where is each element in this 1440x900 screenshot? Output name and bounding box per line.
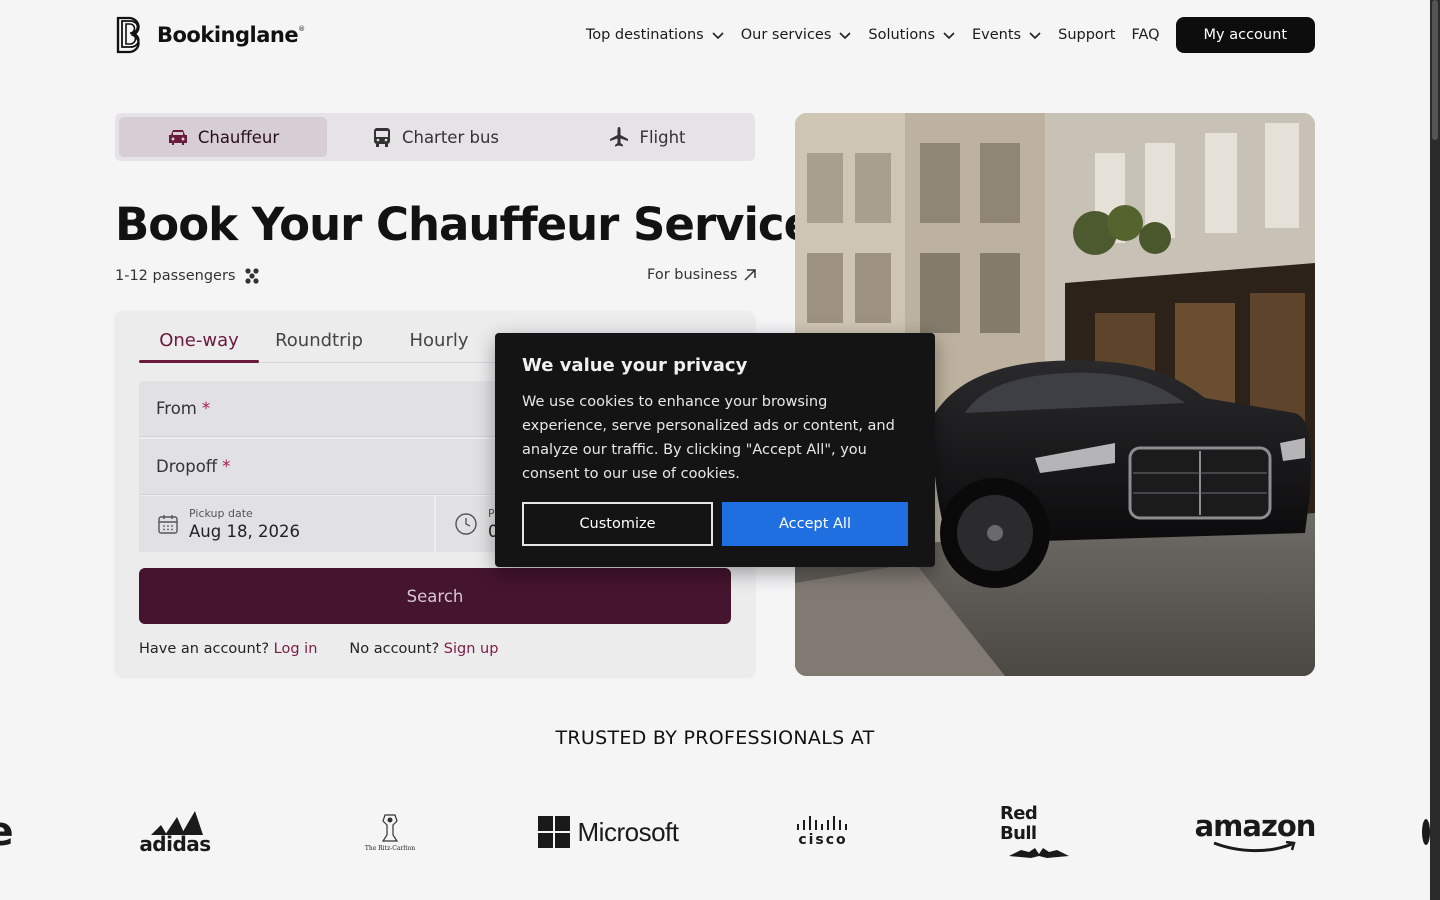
partial-brand-logo-right — [1422, 800, 1430, 864]
page: Bookinglane® Top destinations Our servic… — [0, 0, 1440, 900]
business-label: For business — [647, 267, 738, 283]
nav-faq[interactable]: FAQ — [1131, 27, 1159, 43]
tab-flight[interactable]: Flight — [543, 117, 751, 157]
passenger-count: 1-12 passengers — [115, 268, 236, 284]
customize-button[interactable]: Customize — [522, 502, 713, 546]
page-title: Book Your Chauffeur Service — [115, 198, 814, 251]
no-account-text: No account? — [349, 641, 440, 657]
scrollbar-thumb[interactable] — [1432, 0, 1438, 140]
cookie-body: We use cookies to enhance your browsing … — [522, 394, 895, 482]
cisco-bars-icon — [797, 816, 847, 830]
nav-label: Our services — [740, 27, 832, 43]
cisco-logo: cisco — [790, 800, 856, 864]
nav-our-services[interactable]: Our services — [741, 27, 853, 43]
redbull-logo: Red Bull — [1000, 800, 1078, 864]
chevron-down-icon — [712, 32, 724, 40]
car-icon — [168, 130, 187, 145]
brand-name: Bookinglane® — [157, 23, 305, 47]
pickup-date-field[interactable]: Pickup date Aug 18, 2026 — [139, 496, 434, 552]
clock-icon — [455, 513, 477, 535]
cisco-wordmark: cisco — [798, 832, 848, 848]
nav-label: Solutions — [868, 27, 936, 43]
service-mode-tabs: Chauffeur Charter bus Flight — [115, 113, 755, 161]
adidas-wordmark: adidas — [139, 832, 211, 856]
tab-roundtrip[interactable]: Roundtrip — [259, 325, 379, 362]
accept-all-button[interactable]: Accept All — [722, 502, 908, 546]
amazon-wordmark: amazon — [1194, 809, 1317, 843]
ritz-carlton-wordmark: The Ritz-Carlton — [364, 844, 416, 852]
pickup-date-label: Pickup date — [189, 507, 253, 520]
pickup-date-value: Aug 18, 2026 — [189, 522, 300, 541]
nav-support[interactable]: Support — [1058, 27, 1115, 43]
nav-label: Events — [972, 27, 1022, 43]
ritz-carlton-logo: The Ritz-Carlton — [360, 800, 420, 864]
tab-charter-bus[interactable]: Charter bus — [331, 117, 539, 157]
tab-hourly[interactable]: Hourly — [379, 325, 499, 362]
dropoff-label: Dropoff — [156, 457, 218, 476]
auth-links: Have an account? Log in No account? Sign… — [139, 641, 498, 657]
login-prompt: Have an account? Log in — [139, 641, 317, 657]
chevron-down-icon — [1029, 32, 1041, 40]
nav-solutions[interactable]: Solutions — [868, 27, 956, 43]
arrow-up-right-icon — [744, 269, 757, 281]
site-header: Bookinglane® Top destinations Our servic… — [115, 14, 1315, 56]
redbull-wordmark: Red Bull — [1000, 803, 1038, 844]
required-mark: * — [222, 457, 231, 476]
logo[interactable]: Bookinglane® — [115, 16, 305, 54]
microsoft-squares-icon — [537, 816, 570, 848]
my-account-button[interactable]: My account — [1175, 17, 1315, 53]
main-nav: Top destinations Our services Solutions … — [586, 17, 1315, 53]
signup-prompt: No account? Sign up — [349, 641, 498, 657]
nav-label: FAQ — [1131, 27, 1160, 43]
cookie-title: We value your privacy — [522, 355, 748, 376]
tab-label: Charter bus — [401, 127, 500, 147]
tab-one-way[interactable]: One-way — [139, 325, 259, 363]
brand-logos: e adidas The Ritz-Carlton Microsoft cisc… — [0, 800, 1430, 864]
search-button[interactable]: Search — [139, 568, 731, 624]
for-business-link[interactable]: For business — [647, 267, 757, 283]
calendar-icon — [158, 515, 178, 534]
nav-top-destinations[interactable]: Top destinations — [586, 27, 725, 43]
tab-label: Flight — [639, 127, 686, 147]
chevron-down-icon — [839, 32, 851, 40]
people-icon — [245, 268, 260, 284]
trusted-heading: TRUSTED BY PROFESSIONALS AT — [555, 727, 875, 749]
passenger-info: 1-12 passengers — [115, 267, 261, 285]
bookinglane-logo-icon — [116, 16, 140, 54]
nav-events[interactable]: Events — [972, 27, 1042, 43]
chevron-down-icon — [943, 32, 955, 40]
lion-crest-icon — [381, 813, 399, 842]
amazon-smile-icon — [1213, 841, 1296, 853]
redbull-bulls-icon — [1009, 848, 1069, 858]
login-link[interactable]: Log in — [274, 641, 318, 657]
adidas-logo: adidas — [139, 800, 211, 864]
tab-label: Chauffeur — [197, 127, 280, 147]
tab-chauffeur[interactable]: Chauffeur — [119, 117, 327, 157]
from-label: From — [156, 399, 197, 418]
cookie-actions: Customize Accept All — [522, 502, 908, 546]
plane-icon — [610, 127, 629, 147]
have-account-text: Have an account? — [139, 641, 270, 657]
nav-label: Support — [1058, 27, 1116, 43]
amazon-logo: amazon — [1195, 800, 1316, 864]
microsoft-wordmark: Microsoft — [577, 816, 679, 847]
page-scrollbar[interactable] — [1430, 0, 1440, 900]
cookie-consent-dialog: We value your privacy We use cookies to … — [495, 333, 935, 567]
signup-link[interactable]: Sign up — [444, 641, 499, 657]
nav-label: Top destinations — [585, 27, 704, 43]
microsoft-logo: Microsoft — [533, 800, 683, 864]
bus-icon — [373, 128, 390, 147]
required-mark: * — [201, 399, 211, 418]
partial-brand-logo-left: e — [0, 809, 14, 855]
